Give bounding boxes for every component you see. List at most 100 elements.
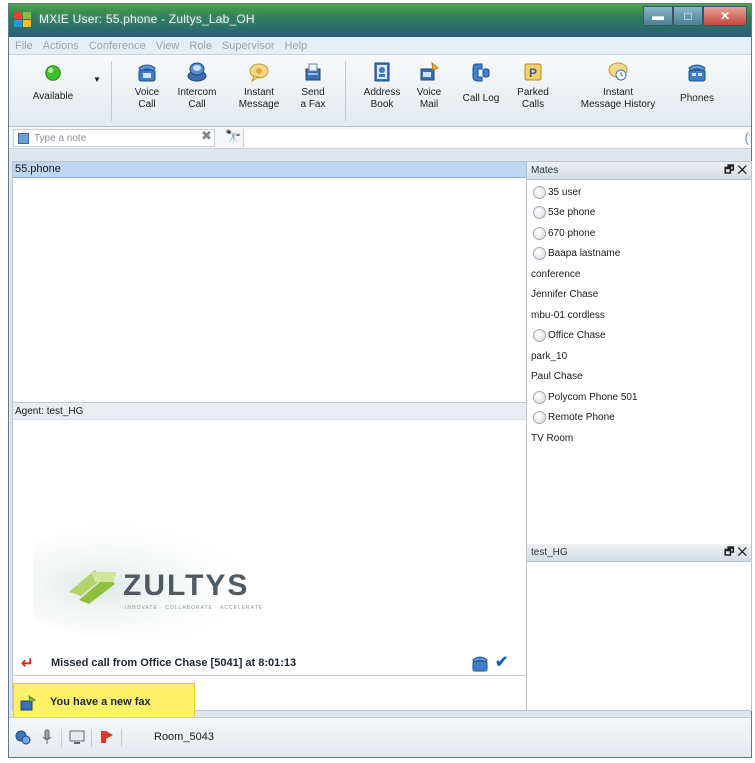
intercom-icon	[187, 62, 207, 82]
maximize-button[interactable]: □	[673, 6, 703, 26]
callback-phone-icon[interactable]	[471, 654, 489, 672]
menu-view[interactable]: View	[156, 40, 180, 52]
mate-item[interactable]: Office Chase	[531, 326, 751, 347]
address-book-label-2: Book	[370, 99, 394, 110]
parked-label-1: Parked	[517, 87, 549, 98]
mate-item[interactable]: Polycom Phone 501	[531, 387, 751, 408]
mate-item[interactable]: mbu-01 cordless	[531, 305, 751, 326]
instant-message-button[interactable]: Instant Message	[235, 61, 283, 111]
call-log-icon	[472, 63, 490, 82]
title-bar[interactable]: MXIE User: 55.phone - Zultys_Lab_OH ▬ □ …	[9, 4, 751, 37]
presence-label: Available	[32, 91, 74, 102]
status-bar: Room_5043	[9, 717, 751, 757]
intercom-call-button[interactable]: Intercom Call	[173, 61, 221, 111]
mates-window-buttons[interactable]: 🗗 ✕	[724, 162, 747, 179]
mate-name: 53e phone	[548, 207, 596, 219]
menu-conference[interactable]: Conference	[89, 40, 146, 52]
mates-header: Mates 🗗 ✕	[527, 162, 751, 180]
presence-circle-icon	[533, 247, 546, 261]
im-label-2: Message	[238, 99, 280, 110]
mate-name: 670 phone	[548, 227, 596, 239]
voice-call-label-1: Voice	[134, 87, 160, 98]
im-label-1: Instant	[243, 87, 275, 98]
phone-icon	[138, 64, 156, 82]
toolbar: Available ▼ Voice Call Intercom Call Ins…	[9, 55, 751, 127]
group-panel-window-buttons[interactable]: 🗗 ✕	[724, 544, 747, 561]
handset-icon[interactable]: (	[744, 129, 749, 145]
new-fax-notification[interactable]: You have a new fax	[13, 683, 195, 719]
presence-dropdown-icon[interactable]: ▼	[93, 75, 101, 84]
mate-item[interactable]: Remote Phone	[531, 408, 751, 429]
call-log-label: Call Log	[462, 93, 500, 104]
clear-note-icon[interactable]: ✖	[201, 128, 212, 144]
fax-icon	[305, 63, 321, 81]
microphone-icon[interactable]	[39, 729, 55, 745]
monitor-icon[interactable]	[69, 729, 85, 745]
svg-text:P: P	[529, 66, 537, 80]
mate-item[interactable]: 35 user	[531, 182, 751, 203]
mate-name: Jennifer Chase	[531, 289, 599, 301]
presence-circle-icon	[533, 390, 546, 404]
address-book-button[interactable]: Address Book	[359, 61, 405, 111]
group-panel-header: test_HG 🗗 ✕	[527, 544, 751, 562]
current-user-row[interactable]: 55.phone	[13, 162, 526, 178]
mate-name: Baapa lastname	[548, 248, 621, 260]
mate-name: Remote Phone	[548, 412, 615, 424]
parked-calls-icon: P	[524, 63, 542, 81]
statusbar-separator	[91, 729, 92, 747]
parked-calls-button[interactable]: P Parked Calls	[513, 61, 553, 111]
voice-call-button[interactable]: Voice Call	[127, 61, 167, 111]
mate-name: conference	[531, 268, 581, 280]
room-label: Room_5043	[154, 731, 214, 743]
mate-item[interactable]: conference	[531, 264, 751, 285]
mate-item[interactable]: TV Room	[531, 428, 751, 449]
mate-item[interactable]: Jennifer Chase	[531, 285, 751, 306]
menu-actions[interactable]: Actions	[43, 40, 79, 52]
note-icon	[18, 133, 29, 144]
mate-name: Polycom Phone 501	[548, 391, 638, 403]
call-log-button[interactable]: Call Log	[457, 61, 505, 105]
im-history-button[interactable]: Instant Message History	[571, 61, 665, 111]
chat-bubble-icon	[249, 63, 269, 83]
missed-call-notification[interactable]: ↵ Missed call from Office Chase [5041] a…	[13, 650, 526, 676]
binoculars-icon[interactable]: 🔭	[225, 129, 241, 145]
search-input[interactable]: (	[243, 129, 749, 147]
right-panel: Mates 🗗 ✕ 35 user 53e phone 670 phone Ba…	[526, 161, 752, 711]
main-pane: 55.phone Agent: test_HG ZULTYS INNOVATE …	[3, 161, 527, 719]
toolbar-separator	[345, 61, 346, 121]
mate-item[interactable]: Baapa lastname	[531, 244, 751, 265]
voice-call-label-2: Call	[138, 99, 156, 110]
parked-call-status-icon[interactable]	[99, 729, 115, 745]
fax-label-2: a Fax	[300, 99, 326, 110]
mate-name: Paul Chase	[531, 371, 583, 383]
phones-button[interactable]: Phones	[673, 61, 721, 105]
send-fax-button[interactable]: Send a Fax	[295, 61, 331, 111]
mate-name: mbu-01 cordless	[531, 309, 605, 321]
network-status-icon[interactable]	[15, 729, 31, 745]
presence-button[interactable]: Available	[23, 61, 83, 103]
window-controls: ▬ □ ✕	[643, 6, 747, 26]
note-input[interactable]: Type a note	[13, 129, 215, 147]
missed-call-text: Missed call from Office Chase [5041] at …	[51, 657, 297, 669]
parked-label-2: Calls	[521, 99, 545, 110]
mate-item[interactable]: 670 phone	[531, 223, 751, 244]
menu-role[interactable]: Role	[189, 40, 212, 52]
menu-file[interactable]: File	[15, 40, 33, 52]
minimize-button[interactable]: ▬	[643, 6, 673, 26]
dismiss-check-icon[interactable]: ✔	[495, 652, 508, 672]
mate-name: TV Room	[531, 432, 574, 444]
mate-item[interactable]: 53e phone	[531, 203, 751, 224]
presence-circle-icon	[533, 329, 546, 343]
fax-notice-icon	[20, 695, 36, 711]
statusbar-separator	[61, 729, 62, 747]
mate-item[interactable]: park_10	[531, 346, 751, 367]
new-fax-text: You have a new fax	[50, 696, 151, 708]
im-history-label-1: Instant	[602, 87, 634, 98]
close-button[interactable]: ✕	[703, 6, 747, 26]
menu-help[interactable]: Help	[285, 40, 308, 52]
mate-item[interactable]: Paul Chase	[531, 367, 751, 388]
menu-supervisor[interactable]: Supervisor	[222, 40, 275, 52]
voice-mail-button[interactable]: Voice Mail	[411, 61, 447, 111]
mate-name: Office Chase	[548, 330, 606, 342]
intercom-label-2: Call	[188, 99, 206, 110]
